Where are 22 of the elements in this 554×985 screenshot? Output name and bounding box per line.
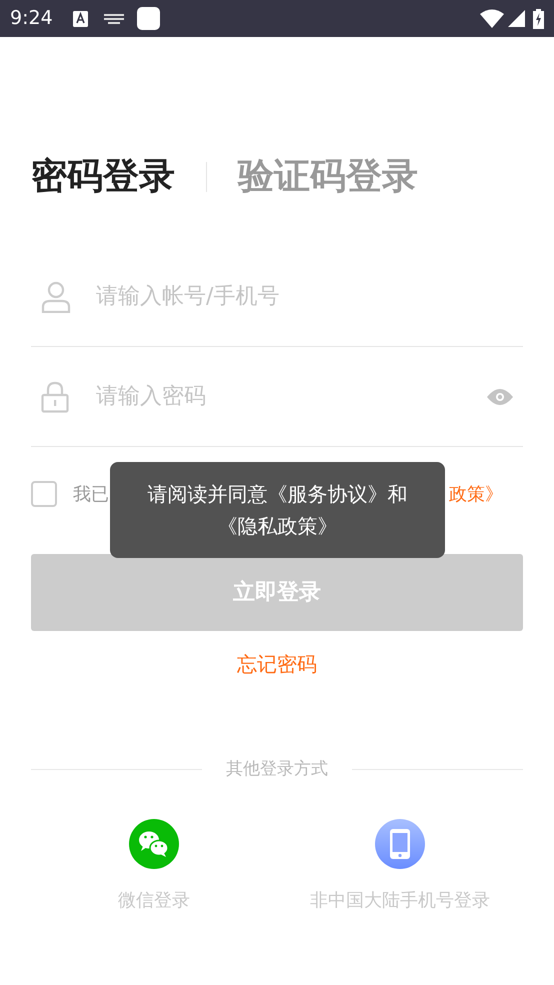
- notification-icon: [136, 7, 160, 30]
- account-field[interactable]: 请输入帐号/手机号: [96, 280, 523, 313]
- section-title: 其他登录方式: [225, 758, 329, 781]
- login-tab[interactable]: 验证码登录: [238, 150, 418, 204]
- toast: 请阅读并同意《服务协议》和《隐私政策》: [110, 462, 445, 558]
- lock-icon: [41, 380, 69, 412]
- user-icon: [41, 280, 71, 312]
- eye-icon[interactable]: [487, 388, 513, 404]
- password-field[interactable]: 请输入密码: [96, 380, 487, 413]
- login-tab[interactable]: 密码登录: [31, 150, 175, 204]
- chat-bubbles-icon[interactable]: [129, 818, 179, 868]
- agreement-text: 我已: [73, 482, 109, 506]
- wifi-icon: [480, 9, 504, 28]
- phone-icon[interactable]: [375, 818, 425, 868]
- forgot-password-link[interactable]: 忘记密码: [237, 649, 317, 679]
- keyboard-icon: [104, 12, 124, 24]
- signal-icon: [508, 10, 525, 27]
- agreement-checkbox[interactable]: [31, 481, 57, 507]
- battery-charging-icon: [533, 8, 544, 28]
- status-time: 9:24: [10, 6, 53, 32]
- privacy-policy-link[interactable]: 政策》: [449, 480, 503, 508]
- text-input-icon: [72, 10, 88, 26]
